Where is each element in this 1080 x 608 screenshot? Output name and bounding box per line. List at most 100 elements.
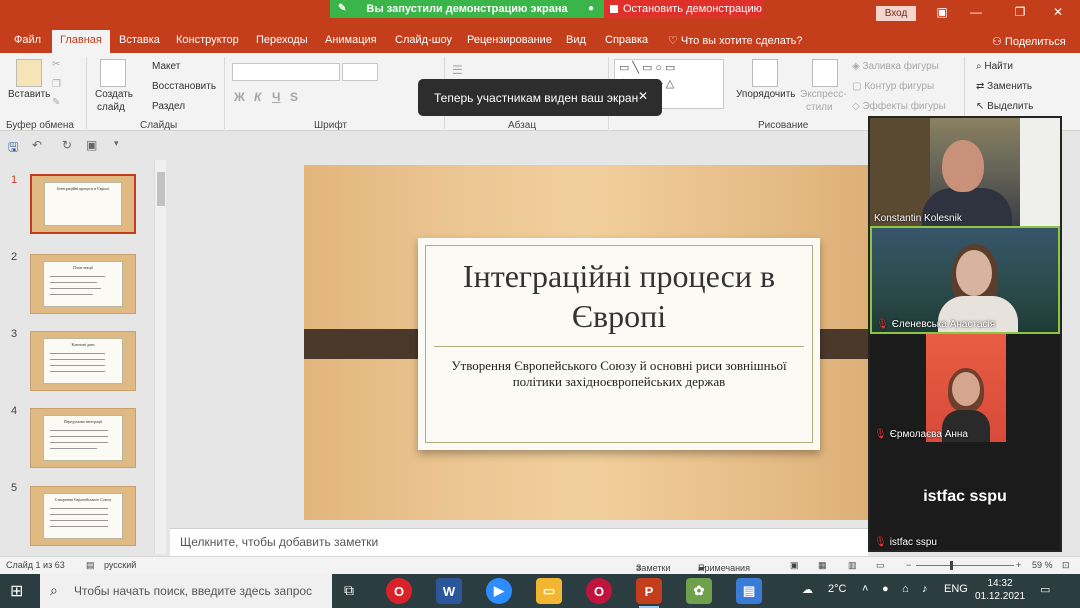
customize-qat-icon[interactable]: ▾: [114, 138, 119, 149]
shape-outline-button[interactable]: ▢ Контур фигуры: [852, 81, 934, 92]
undo-icon[interactable]: ↶: [32, 138, 42, 152]
tab-design[interactable]: Конструктор: [176, 34, 239, 46]
quick-styles-icon[interactable]: [812, 59, 838, 87]
network-icon[interactable]: ⌂: [902, 583, 909, 595]
fit-to-window-icon[interactable]: ⊡: [1062, 560, 1070, 571]
zoom-slider[interactable]: [916, 565, 1014, 566]
zoom-in-icon[interactable]: +: [1016, 560, 1021, 570]
task-view-icon[interactable]: ⧉: [344, 582, 354, 599]
copy-icon[interactable]: ❐: [52, 79, 61, 90]
italic-button[interactable]: К: [254, 90, 261, 104]
select-button[interactable]: ↖ Выделить: [976, 101, 1033, 112]
paste-icon[interactable]: [16, 59, 42, 87]
slide-thumbnail-3[interactable]: Ключові дати: [30, 331, 136, 391]
slide-subtitle[interactable]: Утворення Європейського Союзу й основні …: [438, 358, 800, 390]
paste-button[interactable]: Вставить: [8, 89, 50, 100]
slide-thumbnail-2[interactable]: План лекції: [30, 254, 136, 314]
signin-button[interactable]: Вход: [876, 6, 916, 21]
slide-title[interactable]: Інтеграційні процеси в Європі: [434, 256, 804, 336]
shape-effects-button[interactable]: ◇ Эффекты фигуры: [852, 101, 946, 112]
volume-icon[interactable]: ♪: [922, 583, 928, 595]
bullets-icon[interactable]: ☰: [452, 63, 463, 77]
format-painter-icon[interactable]: ✎: [52, 97, 60, 108]
slide-thumbnail-4[interactable]: Передумови інтеграції: [30, 408, 136, 468]
input-language[interactable]: ENG: [944, 583, 968, 595]
cut-icon[interactable]: ✂: [52, 59, 60, 70]
slide-sorter-icon[interactable]: ▦: [818, 560, 827, 571]
quick-styles-button-line2[interactable]: стили: [806, 102, 833, 113]
paint-icon[interactable]: ✿: [686, 578, 712, 604]
replace-button[interactable]: ⇄ Заменить: [976, 81, 1032, 92]
windows-start-icon[interactable]: ⊞: [10, 581, 23, 601]
reading-view-icon[interactable]: ▥: [848, 560, 857, 571]
strikethrough-button[interactable]: S: [290, 90, 298, 104]
underline-button[interactable]: Ч: [272, 90, 280, 104]
section-button[interactable]: Раздел: [152, 101, 185, 112]
word-icon[interactable]: W: [436, 578, 462, 604]
participant-tile[interactable]: Konstantin Kolesnik: [870, 118, 1060, 226]
slideshow-view-icon[interactable]: ▭: [876, 560, 885, 571]
bold-button[interactable]: Ж: [234, 90, 245, 104]
zoom-tray-icon[interactable]: ●: [882, 583, 889, 595]
tray-expand-icon[interactable]: ˄: [862, 583, 868, 595]
share-button[interactable]: ⚇ Поделиться: [992, 35, 1066, 48]
shape-fill-button[interactable]: ◈ Заливка фигуры: [852, 61, 939, 72]
tab-insert[interactable]: Вставка: [119, 34, 160, 46]
quick-styles-button[interactable]: Экспресс-: [800, 89, 847, 100]
opera-gx-icon[interactable]: O: [586, 578, 612, 604]
participant-tile[interactable]: istfac sspu 🎙 istfac sspu: [870, 442, 1060, 550]
restore-icon[interactable]: ❐: [1010, 5, 1030, 19]
arrange-icon[interactable]: [752, 59, 778, 87]
start-slideshow-icon[interactable]: ▣: [86, 138, 97, 152]
arrange-button[interactable]: Упорядочить: [736, 89, 796, 100]
slide-thumbnail-5[interactable]: Створення Європейського Союзу: [30, 486, 136, 546]
opera-icon[interactable]: O: [386, 578, 412, 604]
window-app-icon[interactable]: ▤: [736, 578, 762, 604]
font-size-select[interactable]: [342, 63, 378, 81]
normal-view-icon[interactable]: ▣: [790, 560, 799, 571]
notification-icon[interactable]: ▭: [1040, 583, 1050, 596]
scrollbar-thumb[interactable]: [157, 172, 165, 206]
reset-button[interactable]: Восстановить: [152, 81, 216, 92]
powerpoint-icon[interactable]: P: [636, 578, 662, 608]
minimize-icon[interactable]: —: [966, 5, 986, 19]
new-slide-icon[interactable]: [100, 59, 126, 87]
tab-file[interactable]: Файл: [14, 34, 41, 46]
new-slide-button-line2[interactable]: слайд: [97, 102, 125, 113]
temperature[interactable]: 2°C: [828, 583, 846, 595]
close-icon[interactable]: ✕: [638, 89, 648, 103]
language-indicator[interactable]: русский: [104, 560, 136, 570]
notes-pane[interactable]: Щелкните, чтобы добавить заметки: [170, 528, 868, 556]
tab-view[interactable]: Вид: [566, 34, 586, 46]
spellcheck-icon[interactable]: ▤: [86, 560, 95, 571]
zoom-icon[interactable]: ▶: [486, 578, 512, 604]
system-clock[interactable]: 14:32 01.12.2021: [972, 577, 1028, 603]
file-explorer-icon[interactable]: ▭: [536, 578, 562, 604]
stop-share-button[interactable]: Остановить демонстрацию: [604, 0, 764, 18]
zoom-slider-handle[interactable]: [950, 561, 953, 570]
participant-tile[interactable]: 🎙 Єленевська Анастасія: [870, 226, 1060, 334]
ribbon-display-icon[interactable]: ▣: [932, 5, 952, 19]
taskbar-search-input[interactable]: ⌕ Чтобы начать поиск, введите здесь запр…: [40, 574, 332, 608]
tab-help[interactable]: Справка: [605, 34, 648, 46]
slide-thumbnail-1[interactable]: Інтеграційні процеси в Європі: [30, 174, 136, 234]
tab-review[interactable]: Рецензирование: [467, 34, 552, 46]
zoom-out-icon[interactable]: −: [906, 560, 911, 570]
new-slide-button[interactable]: Создать: [95, 89, 133, 100]
font-family-select[interactable]: [232, 63, 340, 81]
pin-icon[interactable]: ✎: [338, 3, 346, 14]
tab-animation[interactable]: Анимация: [325, 34, 377, 46]
tab-transitions[interactable]: Переходы: [256, 34, 308, 46]
close-icon[interactable]: ✕: [1048, 5, 1068, 19]
participant-tile[interactable]: 🎙 Єрмолаєва Анна: [870, 334, 1060, 442]
tell-me-search[interactable]: ♡ Что вы хотите сделать?: [668, 34, 803, 47]
save-icon[interactable]: 🖫: [8, 138, 18, 159]
tab-slideshow[interactable]: Слайд-шоу: [395, 34, 452, 46]
thumbnail-scrollbar[interactable]: [154, 160, 166, 554]
tab-home[interactable]: Главная: [52, 30, 110, 53]
zoom-level[interactable]: 59 %: [1032, 560, 1053, 570]
layout-button[interactable]: Макет: [152, 61, 180, 72]
find-button[interactable]: ⌕ Найти: [976, 61, 1013, 72]
weather-icon[interactable]: ☁: [802, 583, 813, 596]
redo-icon[interactable]: ↻: [62, 138, 72, 152]
